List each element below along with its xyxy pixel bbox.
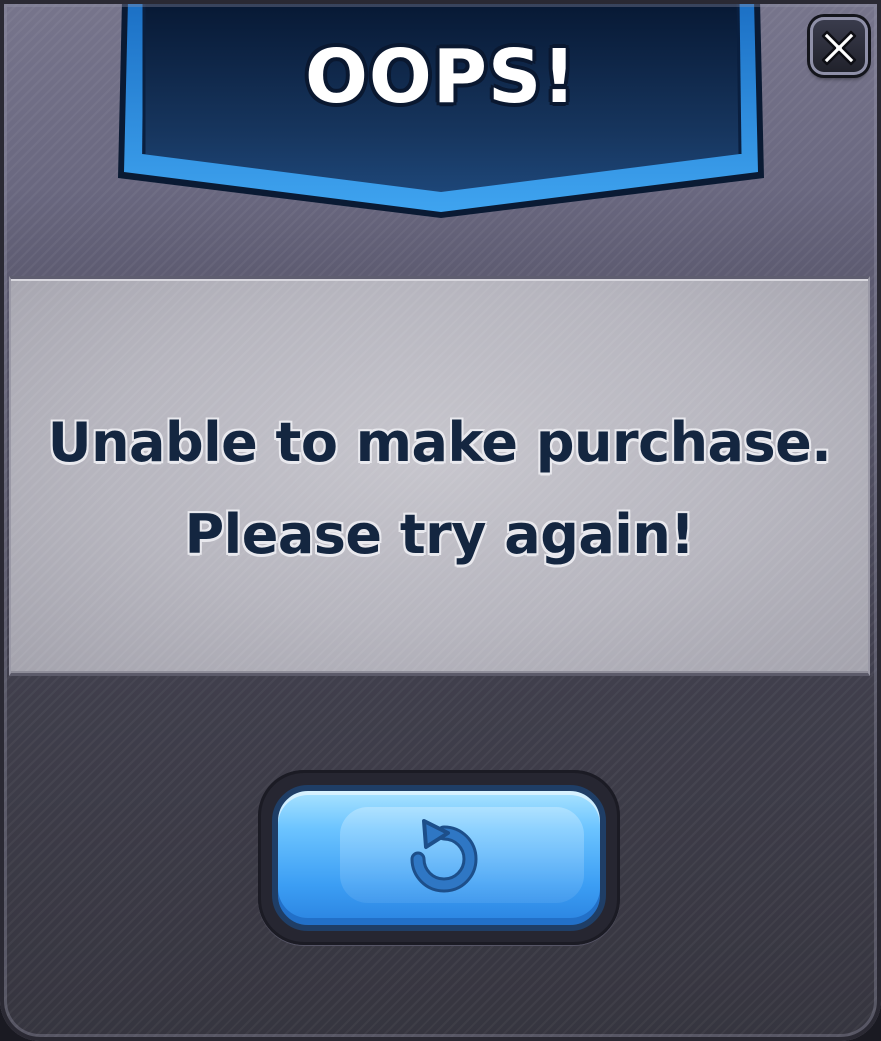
- dialog-title: OOPS!: [304, 34, 578, 120]
- error-message-line-2: Please try again!: [184, 503, 695, 566]
- retry-button[interactable]: [272, 785, 606, 931]
- title-ribbon: OOPS!: [118, 0, 764, 220]
- close-button[interactable]: [810, 17, 868, 75]
- close-x-icon: [821, 30, 857, 66]
- message-panel: Unable to make purchase. Please try agai…: [9, 276, 870, 676]
- error-message: Unable to make purchase. Please try agai…: [11, 397, 868, 581]
- retry-arrow-icon: [410, 819, 478, 893]
- error-message-line-1: Unable to make purchase.: [47, 411, 832, 474]
- error-dialog: OOPS! Unable to make purchase. Please tr…: [0, 0, 881, 1041]
